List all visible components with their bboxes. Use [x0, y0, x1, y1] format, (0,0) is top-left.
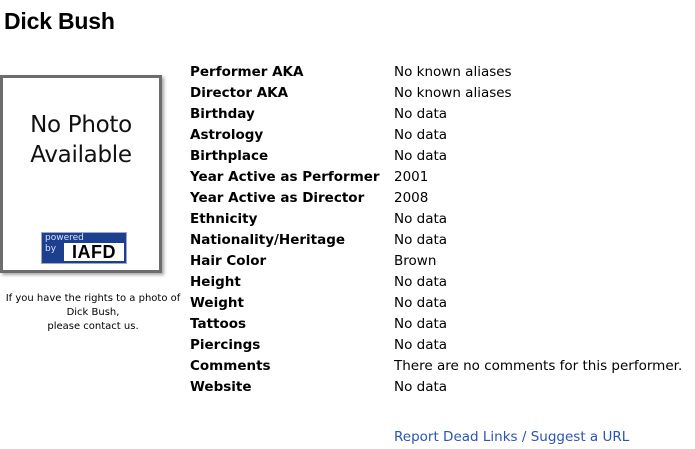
bio-row-hair-color: Hair Color Brown [190, 250, 682, 271]
bio-value: No data [394, 126, 448, 143]
bio-row-birthplace: Birthplace No data [190, 145, 682, 166]
bio-label: Nationality/Heritage [190, 231, 346, 248]
bio-row-birthday: Birthday No data [190, 103, 682, 124]
bio-row-website: Website No data [190, 376, 682, 397]
bio-row-year-active-director: Year Active as Director 2008 [190, 187, 682, 208]
bio-label: Comments [190, 357, 271, 374]
bio-value: No data [394, 273, 448, 290]
bio-row-nationality: Nationality/Heritage No data [190, 229, 682, 250]
report-dead-links-link[interactable]: Report Dead Links [394, 429, 518, 445]
bio-label: Ethnicity [190, 210, 258, 227]
bio-value: No data [394, 378, 448, 395]
bio-value: No data [394, 210, 448, 227]
bio-value: No known aliases [394, 84, 512, 101]
bio-row-director-aka: Director AKA No known aliases [190, 82, 682, 103]
bio-value: No data [394, 231, 448, 248]
bio-row-weight: Weight No data [190, 292, 682, 313]
bio-row-comments: Comments There are no comments for this … [190, 355, 682, 376]
bio-label: Tattoos [190, 315, 247, 332]
photo-note-line-1: If you have the rights to a photo of [5, 293, 181, 304]
bio-row-height: Height No data [190, 271, 682, 292]
bio-value: No data [394, 294, 448, 311]
bio-value: There are no comments for this performer… [394, 357, 683, 374]
bio-row-year-active-performer: Year Active as Performer 2001 [190, 166, 682, 187]
bio-label: Weight [190, 294, 244, 311]
bio-label: Piercings [190, 336, 261, 353]
bio-label: Performer AKA [190, 63, 304, 80]
bio-row-tattoos: Tattoos No data [190, 313, 682, 334]
bio-value: Brown [394, 252, 437, 269]
bio-value: No data [394, 105, 448, 122]
no-photo-text: No Photo Available [3, 110, 159, 170]
bio-label: Year Active as Performer [190, 168, 380, 185]
badge-brand-text: IAFD [64, 243, 124, 261]
photo-placeholder: No Photo Available powered by IAFD [0, 75, 162, 273]
powered-by-iafd-logo[interactable]: powered by IAFD [41, 232, 127, 264]
no-photo-line-2: Available [30, 142, 132, 168]
badge-by-text: by [45, 244, 57, 254]
bio-row-ethnicity: Ethnicity No data [190, 208, 682, 229]
bio-value: No known aliases [394, 63, 512, 80]
bio-label: Height [190, 273, 241, 290]
bio-row-piercings: Piercings No data [190, 334, 682, 355]
link-separator: / [521, 429, 527, 445]
bio-value: No data [394, 315, 448, 332]
bio-value: 2001 [394, 168, 429, 185]
photo-note-line-3: please contact us. [47, 321, 139, 332]
bio-label: Birthday [190, 105, 255, 122]
footer-links: Report Dead Links / Suggest a URL [394, 428, 629, 446]
bio-label: Hair Color [190, 252, 267, 269]
bio-value: No data [394, 336, 448, 353]
bio-value: No data [394, 147, 448, 164]
bio-label: Website [190, 378, 252, 395]
bio-table: Performer AKA No known aliases Director … [190, 61, 682, 397]
bio-value: 2008 [394, 189, 429, 206]
bio-row-astrology: Astrology No data [190, 124, 682, 145]
bio-label: Year Active as Director [190, 189, 365, 206]
page-title: Dick Bush [4, 8, 115, 34]
bio-label: Birthplace [190, 147, 269, 164]
photo-rights-note: If you have the rights to a photo of Dic… [0, 292, 186, 334]
bio-row-performer-aka: Performer AKA No known aliases [190, 61, 682, 82]
photo-note-line-2: Dick Bush, [66, 307, 120, 318]
suggest-url-link[interactable]: Suggest a URL [531, 429, 630, 445]
bio-label: Astrology [190, 126, 264, 143]
no-photo-line-1: No Photo [30, 112, 132, 138]
bio-label: Director AKA [190, 84, 289, 101]
